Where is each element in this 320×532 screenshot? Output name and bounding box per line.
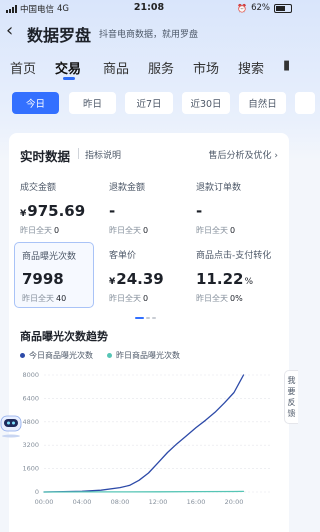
metric-name: 退款订单数 [196,183,242,193]
legend-label: 昨日商品曝光次数 [116,351,180,360]
tab-products[interactable]: 商品 [103,58,129,77]
compare-value: 0 [230,226,236,235]
metric-value: 11.22 [196,270,244,288]
metric-click-pay-conversion[interactable]: 商品点击-支付转化 11.22% 昨日全天 0% [196,248,271,304]
legend-label: 今日商品曝光次数 [29,351,93,360]
status-bar: 中国电信 4G 21:08 ⏰ 62% [0,0,298,16]
feedback-button[interactable]: 我要反馈 [284,370,298,424]
metric-name: 客单价 [109,251,137,261]
compare-label: 昨日全天 [196,226,228,235]
legend-dot [107,353,112,358]
metric-avg-order-value[interactable]: 客单价 ¥24.39 昨日全天 0 [109,248,164,304]
compare-value: 0 [143,294,149,303]
y-tick-label: 3200 [22,441,39,449]
x-tick-label: 16:00 [187,498,206,506]
alarm-icon: ⏰ [237,3,248,13]
metric-gmv[interactable]: 成交金额 ¥975.69 昨日全天 0 [20,180,85,236]
battery-percent: 62% [251,3,270,13]
chart-legend: 今日商品曝光次数 昨日商品曝光次数 [20,350,180,361]
metric-name: 成交金额 [20,183,57,193]
compare-label: 昨日全天 [22,294,54,303]
compare-label: 昨日全天 [196,294,228,303]
legend-item-today: 今日商品曝光次数 [20,350,93,361]
metric-value: - [109,202,116,220]
series-line-0 [43,374,245,493]
active-tab-indicator [63,77,75,80]
exposure-trend-chart[interactable]: 0 1600 3200 4800 6400 8000 00:00 04:00 08:00 12:0… [9,365,289,532]
tab-market[interactable]: 市场 [193,58,219,77]
metric-refund-amount[interactable]: 退款金额 - 昨日全天 0 [109,180,148,236]
date-7days-button[interactable]: 近7日 [125,92,173,114]
back-icon[interactable]: ‹ [6,21,13,41]
compare-label: 昨日全天 [20,226,52,235]
metrics-pager [135,317,156,319]
realtime-card: 实时数据 指标说明 售后分析及优化 › 成交金额 ¥975.69 昨日全天 0 退… [9,133,289,532]
y-tick-label: 8000 [22,371,39,379]
y-tick-label: 4800 [22,418,39,426]
tab-service[interactable]: 服务 [148,58,174,77]
compare-value: 0% [230,294,243,303]
metric-value: 7998 [22,270,64,288]
metric-unit: % [244,277,254,287]
currency-symbol: ¥ [20,209,27,219]
tab-more[interactable]: ▮ [283,58,290,73]
metric-name: 商品点击-支付转化 [196,251,272,261]
pager-dot-active [135,317,144,319]
compare-value: 40 [56,294,67,303]
metric-refund-orders[interactable]: 退款订单数 - 昨日全天 0 [196,180,241,236]
metric-explanation-link[interactable]: 指标说明 [85,148,121,161]
page-title: 数据罗盘 [27,26,92,45]
x-tick-label: 00:00 [35,498,54,506]
y-tick-label: 1600 [22,465,39,473]
compare-value: 0 [143,226,149,235]
date-range-selector: 今日 昨日 近7日 近30日 自然日 [12,92,315,114]
date-today-button[interactable]: 今日 [12,92,59,114]
x-tick-label: 12:00 [149,498,168,506]
compare-label: 昨日全天 [109,294,141,303]
y-tick-label: 0 [35,488,39,496]
date-30days-button[interactable]: 近30日 [182,92,230,114]
after-sales-analysis-link[interactable]: 售后分析及优化 › [209,148,278,161]
metric-value: 24.39 [116,270,164,288]
trend-title: 商品曝光次数趋势 [20,330,108,343]
assistant-robot-icon[interactable] [0,412,22,438]
page-subtitle: 抖音电商数据，就用罗盘 [99,30,199,40]
title-divider [78,148,79,159]
tab-home[interactable]: 首页 [10,58,36,77]
battery-icon [274,3,292,13]
x-tick-label: 04:00 [73,498,92,506]
compare-value: 0 [54,226,60,235]
x-tick-label: 20:00 [225,498,244,506]
pager-dot [146,317,150,319]
series-line-1 [43,490,245,493]
metric-name: 商品曝光次数 [22,252,77,262]
main-tabs: 首页 交易 商品 服务 市场 搜索 ▮ [0,58,298,80]
pager-dot [152,317,156,319]
x-tick-label: 08:00 [111,498,130,506]
date-yesterday-button[interactable]: 昨日 [69,92,116,114]
compare-label: 昨日全天 [109,226,141,235]
metric-product-exposure[interactable]: 商品曝光次数 7998 昨日全天 40 [14,242,94,308]
metric-value: - [196,202,203,220]
legend-item-yesterday: 昨日商品曝光次数 [107,350,180,361]
metric-value: 975.69 [27,202,86,220]
tab-search[interactable]: 搜索 [238,58,264,77]
realtime-title: 实时数据 [20,149,71,164]
tab-trade[interactable]: 交易 [55,58,81,77]
metric-name: 退款金额 [109,183,146,193]
currency-symbol: ¥ [109,277,116,287]
app-header: ‹ 数据罗盘 抖音电商数据，就用罗盘 [0,18,298,46]
legend-dot [20,353,25,358]
y-tick-label: 6400 [22,394,39,402]
date-natural-day-button[interactable]: 自然日 [239,92,286,114]
date-more-button[interactable] [295,92,315,114]
